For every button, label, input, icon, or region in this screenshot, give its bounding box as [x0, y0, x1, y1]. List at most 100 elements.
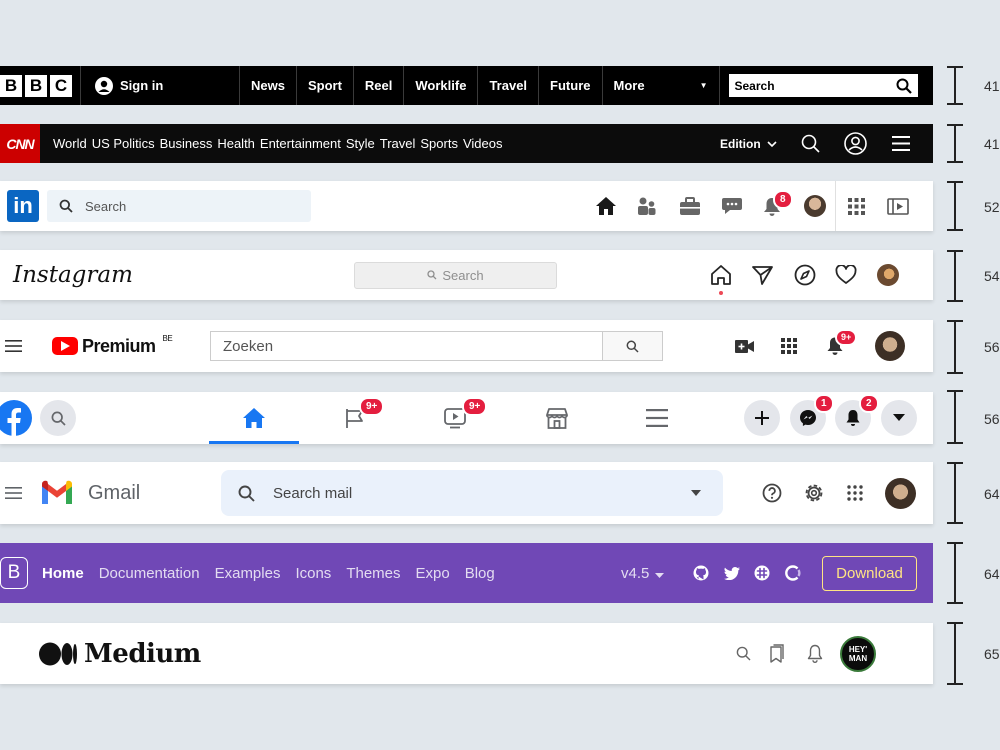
search-options-icon[interactable]: [691, 490, 701, 496]
instagram-logo[interactable]: Instagram: [13, 262, 133, 288]
nav-item-world[interactable]: World: [53, 136, 87, 151]
bookmark-icon[interactable]: [768, 644, 785, 663]
slack-icon[interactable]: [754, 565, 770, 581]
network-icon[interactable]: [637, 196, 657, 216]
github-icon[interactable]: [693, 565, 709, 581]
search-icon[interactable]: [736, 646, 751, 661]
account-menu-button[interactable]: [881, 400, 917, 436]
search-input[interactable]: Search: [47, 190, 311, 222]
bootstrap-navbar: B Home Documentation Examples Icons Them…: [0, 543, 933, 603]
nav-item-documentation[interactable]: Documentation: [99, 565, 200, 582]
download-button[interactable]: Download: [822, 555, 917, 591]
linkedin-logo[interactable]: in: [7, 190, 39, 222]
bbc-logo[interactable]: B B C: [0, 74, 72, 97]
youtube-logo[interactable]: Premium BE: [52, 334, 173, 357]
bell-icon[interactable]: [807, 644, 823, 663]
menu-icon[interactable]: [892, 136, 910, 151]
nav-item-more[interactable]: More ▼: [601, 66, 719, 105]
nav-item-business[interactable]: Business: [160, 136, 213, 151]
nav-item-us-politics[interactable]: US Politics: [92, 136, 155, 151]
search-button[interactable]: [602, 331, 663, 361]
nav-item-health[interactable]: Health: [217, 136, 255, 151]
nav-item-expo[interactable]: Expo: [416, 565, 450, 582]
facebook-navbar: 9+ 9+ 1 2: [0, 392, 933, 444]
nav-item-travel[interactable]: Travel: [380, 136, 416, 151]
sign-in-link[interactable]: Sign in: [95, 76, 239, 95]
avatar[interactable]: [885, 477, 916, 509]
send-icon[interactable]: [752, 265, 773, 285]
cnn-logo[interactable]: CNN: [0, 124, 40, 163]
search-button[interactable]: [40, 400, 76, 436]
nav-item-reel[interactable]: Reel: [352, 66, 403, 105]
active-tab-indicator: [209, 441, 299, 444]
avatar[interactable]: HEY' MAN: [840, 635, 876, 672]
home-icon[interactable]: [595, 196, 617, 216]
bell-icon: [845, 409, 861, 427]
create-button[interactable]: [744, 400, 780, 436]
edition-selector[interactable]: Edition: [720, 137, 777, 151]
menu-icon[interactable]: [5, 487, 22, 499]
bootstrap-logo[interactable]: B: [0, 557, 28, 589]
gmail-logo[interactable]: Gmail: [40, 480, 140, 506]
divider: [80, 66, 81, 105]
avatar[interactable]: [877, 264, 899, 286]
bbc-nav: News Sport Reel Worklife Travel Future M…: [239, 66, 719, 105]
create-video-icon[interactable]: [735, 339, 754, 353]
tab-watch[interactable]: 9+: [410, 392, 500, 444]
nav-item-news[interactable]: News: [239, 66, 296, 105]
home-icon[interactable]: [710, 264, 732, 286]
tab-pages[interactable]: 9+: [310, 392, 400, 444]
nav-item-worklife[interactable]: Worklife: [403, 66, 477, 105]
settings-gear-icon[interactable]: [804, 483, 824, 503]
jobs-icon[interactable]: [679, 196, 701, 216]
version-dropdown[interactable]: v4.5: [621, 565, 665, 582]
medium-logo[interactable]: Medium: [39, 639, 201, 669]
learning-icon[interactable]: [887, 197, 909, 215]
tab-marketplace[interactable]: [512, 392, 602, 444]
apps-grid-icon[interactable]: [848, 197, 865, 215]
nav-item-blog[interactable]: Blog: [465, 565, 495, 582]
messaging-icon[interactable]: [721, 196, 743, 216]
cnn-nav: World US Politics Business Health Entert…: [53, 136, 502, 151]
help-icon[interactable]: [762, 483, 782, 503]
search-icon[interactable]: [238, 485, 255, 502]
nav-item-travel[interactable]: Travel: [477, 66, 538, 105]
height-marker: [945, 462, 965, 524]
nav-item-videos[interactable]: Videos: [463, 136, 503, 151]
search-input[interactable]: Search: [354, 261, 557, 289]
height-marker: [945, 66, 965, 105]
facebook-logo[interactable]: [0, 400, 32, 436]
nav-item-examples[interactable]: Examples: [215, 565, 281, 582]
height-marker: [945, 390, 965, 444]
medium-navbar: Medium HEY' MAN: [0, 623, 933, 684]
nav-item-icons[interactable]: Icons: [295, 565, 331, 582]
account-icon[interactable]: [844, 132, 867, 155]
search-input[interactable]: Search: [728, 74, 918, 97]
nav-item-themes[interactable]: Themes: [346, 565, 400, 582]
apps-grid-icon[interactable]: [781, 338, 797, 354]
watch-badge: 9+: [462, 397, 488, 416]
explore-icon[interactable]: [794, 264, 816, 286]
search-input[interactable]: Zoeken: [210, 331, 603, 361]
nav-item-sport[interactable]: Sport: [295, 66, 353, 105]
nav-item-sports[interactable]: Sports: [420, 136, 458, 151]
search-icon[interactable]: [801, 134, 820, 153]
menu-icon[interactable]: [5, 340, 22, 352]
height-label: 41: [984, 78, 1000, 94]
divider: [835, 181, 836, 231]
search-icon[interactable]: [896, 78, 912, 94]
nav-item-home[interactable]: Home: [42, 565, 84, 582]
heart-icon[interactable]: [835, 265, 857, 285]
search-input[interactable]: Search mail: [221, 470, 723, 516]
nav-item-future[interactable]: Future: [538, 66, 601, 105]
avatar[interactable]: [804, 195, 826, 217]
avatar[interactable]: [875, 331, 905, 361]
nav-item-entertainment[interactable]: Entertainment: [260, 136, 341, 151]
tab-menu[interactable]: [612, 392, 702, 444]
twitter-icon[interactable]: [724, 566, 740, 580]
tab-home[interactable]: [209, 392, 299, 444]
opencollective-icon[interactable]: [785, 565, 801, 581]
linkedin-navbar: in Search 8: [0, 181, 933, 231]
apps-grid-icon[interactable]: [847, 485, 863, 501]
nav-item-style[interactable]: Style: [346, 136, 375, 151]
